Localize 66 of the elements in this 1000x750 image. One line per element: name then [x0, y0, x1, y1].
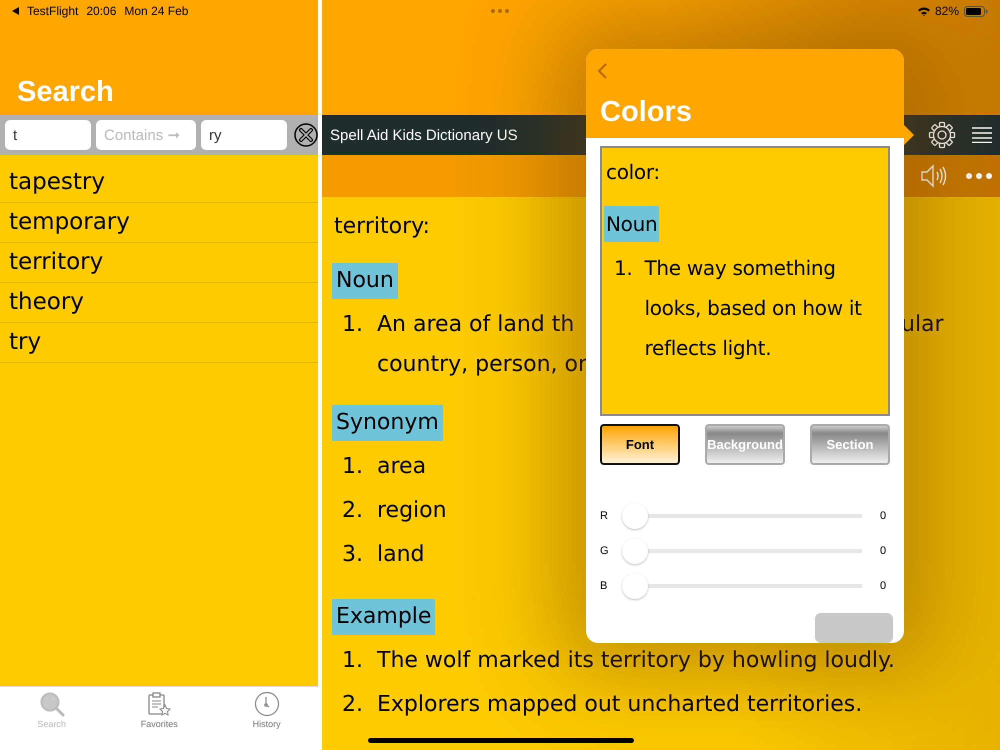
popover-title: Colors — [600, 96, 693, 129]
item-number: 1. — [614, 255, 632, 282]
filter-field[interactable]: t — [5, 120, 91, 150]
done-button[interactable] — [815, 613, 893, 643]
entry-text: region — [377, 497, 447, 525]
wifi-icon — [918, 6, 930, 16]
more-button[interactable] — [966, 173, 992, 179]
page-title: Search — [17, 76, 114, 109]
multitask-dots-icon — [491, 9, 509, 13]
back-triangle-icon — [12, 7, 19, 15]
slider-thumb[interactable] — [622, 503, 648, 529]
result-item[interactable]: try — [0, 323, 318, 363]
slider-thumb[interactable] — [622, 573, 648, 599]
item-number: 1. — [342, 311, 363, 339]
item-number: 2. — [342, 497, 363, 525]
menu-icon — [972, 127, 992, 143]
tab-bar-item[interactable]: History — [246, 689, 287, 731]
entry-text: An area of land th — [377, 311, 576, 339]
item-number: 1. — [342, 647, 363, 675]
settings-button[interactable] — [928, 121, 956, 149]
back-chevron-icon — [597, 63, 607, 79]
headword: territory: — [334, 213, 430, 241]
headword: color: — [606, 160, 660, 186]
back-app-link[interactable]: TestFlight — [27, 4, 78, 18]
status-time: 20:06 — [86, 4, 116, 18]
clock-icon — [254, 691, 280, 717]
section-heading: Synonym — [332, 405, 443, 441]
battery-percent: 82% — [934, 4, 959, 18]
slider-value: 0 — [880, 580, 888, 592]
slider-value: 0 — [880, 545, 888, 557]
entry-text: area — [377, 453, 426, 481]
more-icon — [966, 173, 992, 179]
item-number: 3. — [342, 541, 363, 569]
definition-text: The way something looks, based on how it reflects light. — [644, 255, 863, 362]
slider-label: G — [600, 545, 610, 557]
slider-value: 0 — [880, 510, 888, 522]
slider-label: R — [600, 510, 609, 522]
section-heading: Example — [332, 599, 436, 635]
item-number: 1. — [342, 453, 363, 481]
battery-icon — [964, 6, 988, 16]
entry-text: country, person, or — [377, 351, 588, 379]
menu-button[interactable] — [972, 127, 992, 143]
settings-icon — [928, 121, 956, 149]
speaker-icon — [920, 164, 948, 188]
result-item[interactable]: territory — [0, 243, 318, 283]
slider-label: B — [600, 580, 608, 592]
target-button[interactable]: Font — [600, 424, 680, 465]
filter-field[interactable]: Contains ➞ — [96, 120, 196, 150]
result-item[interactable]: theory — [0, 283, 318, 323]
result-item[interactable]: temporary — [0, 203, 318, 243]
slider-thumb[interactable] — [622, 538, 648, 564]
filter-field[interactable]: ry — [201, 120, 287, 150]
section-heading: Noun — [332, 263, 398, 299]
tab-bar-item[interactable]: Favorites — [134, 689, 184, 731]
item-number: 2. — [342, 691, 363, 719]
speaker-button[interactable] — [920, 164, 948, 188]
section-heading: Noun — [604, 206, 660, 242]
result-item[interactable]: tapestry — [0, 163, 318, 203]
entry-text: The wolf marked its territory by howling loudly. — [377, 647, 895, 675]
app-title: Spell Aid Kids Dictionary US — [330, 126, 518, 144]
entry-text: Explorers mapped out uncharted territories. — [377, 691, 862, 719]
status-date: Mon 24 Feb — [124, 4, 188, 18]
clear-button[interactable] — [294, 122, 318, 148]
clipboard-star-icon — [146, 691, 172, 717]
entry-text: land — [377, 541, 425, 569]
search-icon — [38, 691, 65, 717]
